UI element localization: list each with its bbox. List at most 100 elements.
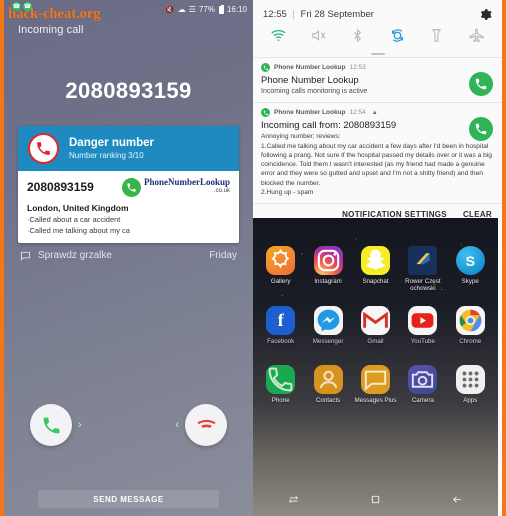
app-snapchat[interactable]: Snapchat bbox=[353, 246, 397, 292]
flashlight-toggle[interactable] bbox=[428, 27, 445, 44]
notification-header: Phone Number Lookup 12:54 ▲ bbox=[261, 108, 494, 118]
app-label: YouTube bbox=[410, 338, 436, 346]
home-screen: Gallery Instagram Snapchat Rower Częst o… bbox=[253, 218, 498, 516]
app-skype[interactable]: S Skype bbox=[448, 246, 492, 292]
phone-badge-icon: ☎ bbox=[12, 2, 21, 11]
brand-tld: .co.uk bbox=[213, 188, 230, 194]
app-row-1: Gallery Instagram Snapchat Rower Częst o… bbox=[253, 246, 498, 292]
app-rower-czestochowski[interactable]: Rower Częst ochowski bbox=[401, 246, 445, 292]
notification-time: 12:54 bbox=[349, 109, 366, 117]
decline-call-button[interactable] bbox=[185, 404, 227, 446]
shade-time: 12:55 bbox=[263, 9, 287, 20]
app-phone-icon bbox=[261, 63, 270, 72]
app-chrome[interactable]: Chrome bbox=[448, 306, 492, 345]
settings-gear-icon[interactable] bbox=[479, 8, 492, 21]
notification-app-name: Phone Number Lookup bbox=[274, 64, 346, 71]
card-body-top: 2080893159 PhoneNumberLookup .co.uk bbox=[27, 178, 230, 197]
danger-phone-icon bbox=[28, 133, 59, 164]
dock-contacts[interactable]: Contacts bbox=[306, 365, 350, 404]
app-label: Rower Częst ochowski bbox=[405, 278, 441, 293]
app-row-2: f Facebook Messenger Gmail YouTube Chrom… bbox=[253, 306, 498, 345]
app-label: Messenger bbox=[312, 338, 344, 346]
notification-title: Phone Number Lookup bbox=[261, 75, 359, 86]
gmail-icon bbox=[360, 306, 390, 336]
call-action-row: › ‹ bbox=[4, 404, 253, 446]
chrome-icon bbox=[455, 306, 485, 336]
snapchat-icon bbox=[360, 246, 390, 275]
app-youtube[interactable]: YouTube bbox=[401, 306, 445, 345]
brand-name: PhoneNumberLookup bbox=[143, 177, 230, 187]
card-number: 2080893159 bbox=[27, 180, 94, 194]
message-bubble-icon bbox=[20, 250, 31, 261]
answer-call-button[interactable] bbox=[30, 404, 72, 446]
card-header-text: Danger number Number ranking 3/10 bbox=[69, 136, 154, 161]
app-label: Gmail bbox=[367, 338, 384, 346]
camera-icon bbox=[408, 365, 438, 395]
lookup-info-card[interactable]: Danger number Number ranking 3/10 208089… bbox=[18, 126, 239, 243]
dock-apps[interactable]: Apps bbox=[448, 365, 492, 404]
recents-icon[interactable] bbox=[287, 493, 300, 511]
app-gmail[interactable]: Gmail bbox=[353, 306, 397, 345]
datetime-separator: | bbox=[292, 9, 295, 20]
wifi-signal-icon: ☁ bbox=[177, 5, 186, 14]
incoming-call-screen: 🔇 ☁ ☰ 77% 16:10 ☎ ☎ hack-cheat.org Incom… bbox=[0, 0, 253, 516]
brand-phone-icon bbox=[121, 178, 141, 197]
navigation-bar bbox=[253, 488, 498, 516]
answer-chevron-right-icon: › bbox=[78, 419, 82, 431]
chevron-up-icon[interactable]: ▲ bbox=[372, 110, 378, 116]
notification-large-icon bbox=[469, 72, 493, 96]
dock-camera[interactable]: Camera bbox=[401, 365, 445, 404]
messages-icon bbox=[360, 365, 390, 395]
reminder-label: Sprawdz grzalke bbox=[38, 250, 112, 261]
bluetooth-toggle[interactable] bbox=[349, 27, 366, 44]
auto-rotate-toggle[interactable] bbox=[389, 27, 406, 44]
home-icon[interactable] bbox=[369, 493, 382, 511]
notification-header: Phone Number Lookup 12:53 bbox=[261, 63, 494, 72]
notification-time: 12:53 bbox=[349, 64, 366, 71]
phone-icon bbox=[266, 365, 296, 395]
reminder-row[interactable]: Sprawdz grzalke Friday bbox=[4, 243, 253, 261]
card-review-2: ·Called me talking about my ca bbox=[27, 226, 130, 235]
watermark-icons: ☎ ☎ bbox=[12, 2, 32, 11]
dock-row: Phone Contacts Messages Plus Camera Apps bbox=[253, 365, 498, 404]
dock-phone[interactable]: Phone bbox=[259, 365, 303, 404]
instagram-icon bbox=[313, 246, 343, 275]
card-ranking: Number ranking 3/10 bbox=[69, 151, 144, 161]
dock-label: Apps bbox=[463, 397, 478, 405]
contacts-icon bbox=[313, 365, 343, 395]
notification-item-expanded[interactable]: Phone Number Lookup 12:54 ▲ Incoming cal… bbox=[253, 102, 502, 203]
dock-messages[interactable]: Messages Plus bbox=[353, 365, 397, 404]
app-facebook[interactable]: f Facebook bbox=[259, 306, 303, 345]
answer-group: › bbox=[30, 404, 82, 446]
notification-item[interactable]: Phone Number Lookup 12:53 Phone Number L… bbox=[253, 57, 502, 103]
brand-wordmark: PhoneNumberLookup .co.uk bbox=[143, 177, 230, 195]
messenger-icon bbox=[313, 306, 343, 336]
notification-shade-screen: 12:55 | Fri 28 September Phone Number Lo… bbox=[253, 0, 506, 516]
caller-number: 2080893159 bbox=[65, 78, 192, 103]
app-label: Instagram bbox=[314, 278, 342, 285]
app-label: Skype bbox=[461, 278, 479, 285]
app-instagram[interactable]: Instagram bbox=[306, 246, 350, 292]
notification-title: Incoming call from: 2080893159 bbox=[261, 120, 397, 132]
app-messenger[interactable]: Messenger bbox=[306, 306, 350, 345]
airplane-mode-toggle[interactable] bbox=[468, 27, 485, 44]
app-gallery[interactable]: Gallery bbox=[259, 246, 303, 292]
dual-screenshot-container: 🔇 ☁ ☰ 77% 16:10 ☎ ☎ hack-cheat.org Incom… bbox=[0, 0, 506, 516]
send-message-button[interactable]: SEND MESSAGE bbox=[38, 490, 219, 508]
sound-mute-toggle[interactable] bbox=[310, 27, 327, 44]
shade-drag-handle[interactable] bbox=[253, 50, 502, 57]
dock-label: Camera bbox=[411, 397, 434, 405]
mute-icon: 🔇 bbox=[164, 5, 175, 14]
wifi-toggle[interactable] bbox=[270, 27, 287, 44]
notification-body: 1.Called me talking about my car acciden… bbox=[261, 142, 492, 196]
notification-text: Incoming calls monitoring is active bbox=[261, 88, 368, 95]
battery-percent: 77% bbox=[198, 5, 215, 14]
dock-label: Phone bbox=[271, 397, 290, 405]
dock-label: Contacts bbox=[315, 397, 341, 405]
dock-label: Messages Plus bbox=[354, 397, 397, 405]
rower-czestochowski-icon bbox=[408, 246, 438, 275]
phone-badge-icon-2: ☎ bbox=[23, 2, 32, 11]
back-icon[interactable] bbox=[451, 493, 464, 511]
facebook-icon: f bbox=[266, 306, 296, 336]
notification-text: Annoying number; reviews: bbox=[261, 133, 341, 141]
